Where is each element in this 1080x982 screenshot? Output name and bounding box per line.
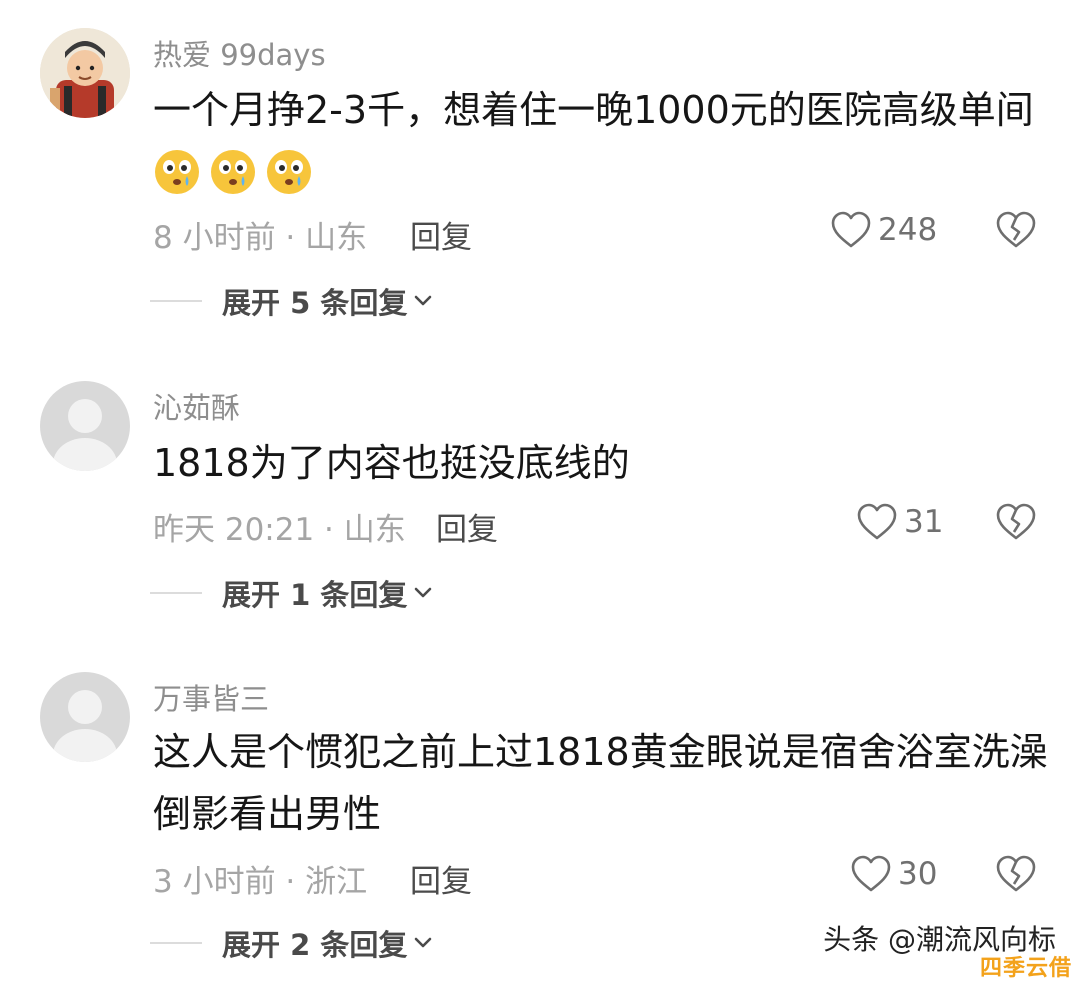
like-count: 31 <box>904 504 944 540</box>
broken-heart-icon <box>996 503 1036 540</box>
reply-button[interactable]: 回复 <box>410 212 472 257</box>
comment-text: 倒影看出男性 <box>153 792 382 836</box>
comment-username[interactable]: 沁茹酥 <box>153 385 240 427</box>
emoji-row <box>153 148 313 196</box>
comment-username[interactable]: 万事皆三 <box>153 676 269 718</box>
comment-meta: 3 小时前 · 浙江 <box>153 864 368 900</box>
comment-username[interactable]: 热爱 99days <box>153 32 326 74</box>
dislike-button[interactable] <box>995 854 1037 898</box>
chevron-down-icon <box>415 937 432 948</box>
reply-button[interactable]: 回复 <box>436 504 498 549</box>
avatar[interactable] <box>40 381 130 471</box>
dislike-button[interactable] <box>995 502 1037 546</box>
reply-button[interactable]: 回复 <box>410 856 472 901</box>
expand-replies-button[interactable]: 展开 2 条回复 <box>150 922 433 964</box>
heart-outline-icon <box>851 855 891 892</box>
like-button[interactable]: 248 <box>830 210 937 250</box>
divider-line <box>150 592 202 594</box>
comment-meta: 8 小时前 · 山东 <box>153 220 368 256</box>
crying-face-emoji <box>211 150 255 194</box>
comment-meta: 昨天 20:21 · 山东 <box>153 512 406 548</box>
like-button[interactable]: 30 <box>850 854 937 894</box>
like-count: 30 <box>898 856 938 892</box>
like-count: 248 <box>878 212 938 248</box>
heart-outline-icon <box>831 211 871 248</box>
broken-heart-icon <box>996 855 1036 892</box>
expand-replies-label: 展开 2 条回复 <box>222 928 408 962</box>
divider-line <box>150 300 202 302</box>
chevron-down-icon <box>415 587 432 598</box>
avatar[interactable] <box>40 672 130 762</box>
comment-text: 1818为了内容也挺没底线的 <box>153 441 630 485</box>
expand-replies-label: 展开 1 条回复 <box>222 578 408 612</box>
expand-replies-label: 展开 5 条回复 <box>222 286 408 320</box>
user-avatar-illustration <box>40 28 130 118</box>
watermark-logo: 四季云借 <box>979 956 1072 981</box>
comment-text: 这人是个惯犯之前上过1818黄金眼说是宿舍浴室洗澡 <box>153 730 1048 774</box>
comment-text: 一个月挣2-3千，想着住一晚1000元的医院高级单间 <box>153 88 1034 132</box>
dislike-button[interactable] <box>995 210 1037 254</box>
chevron-down-icon <box>415 295 432 306</box>
broken-heart-icon <box>996 211 1036 248</box>
like-button[interactable]: 31 <box>856 502 943 542</box>
crying-face-emoji <box>267 150 311 194</box>
heart-outline-icon <box>857 503 897 540</box>
crying-face-emoji <box>155 150 199 194</box>
expand-replies-button[interactable]: 展开 5 条回复 <box>150 280 433 322</box>
divider-line <box>150 942 202 944</box>
expand-replies-button[interactable]: 展开 1 条回复 <box>150 572 433 614</box>
avatar[interactable] <box>40 28 130 118</box>
